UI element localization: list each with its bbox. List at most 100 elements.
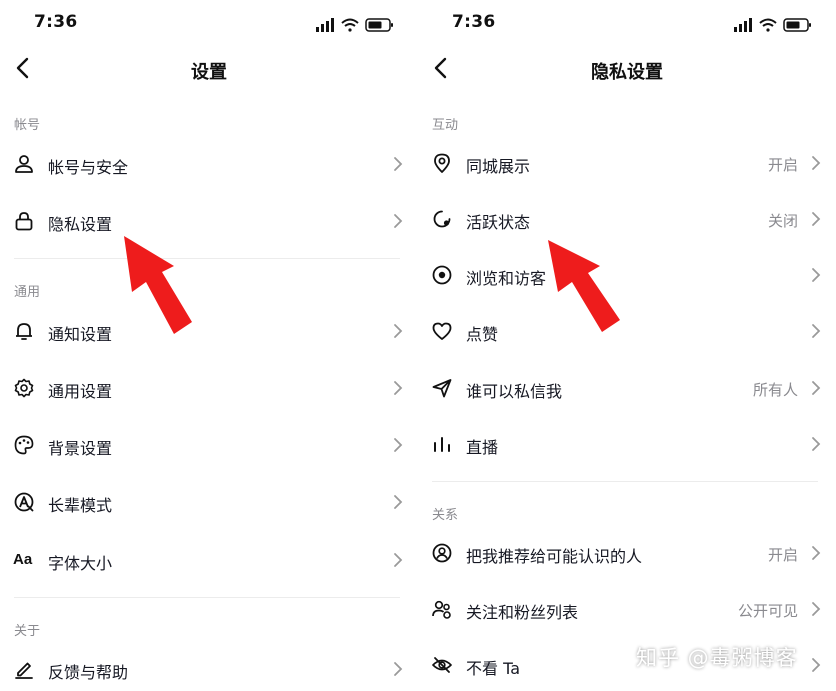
elder-mode-icon (14, 492, 34, 512)
chevron-right-icon (812, 324, 821, 338)
page-title: 设置 (191, 62, 227, 83)
chevron-right-icon (394, 495, 403, 509)
row-label: 同城展示 (466, 157, 531, 176)
row-label: 长辈模式 (48, 496, 113, 515)
lock-icon (15, 212, 33, 231)
row-likes[interactable]: 点赞 (418, 309, 836, 353)
person-icon (15, 155, 33, 173)
row-active-status[interactable]: 活跃状态 关闭 (418, 197, 836, 241)
row-notification-settings[interactable]: 通知设置 (0, 309, 418, 353)
red-arrow-annotation (124, 236, 192, 334)
section-header-about: 关于 (14, 624, 41, 639)
row-recommend-me[interactable]: 把我推荐给可能认识的人 开启 (418, 531, 836, 575)
row-label: 隐私设置 (48, 215, 113, 234)
row-label: 字体大小 (48, 554, 113, 573)
chevron-right-icon (394, 157, 403, 171)
row-label: 把我推荐给可能认识的人 (466, 547, 643, 566)
row-label: 直播 (466, 438, 499, 457)
status-icons (734, 18, 811, 32)
location-pin-icon (434, 153, 450, 173)
section-header-general: 通用 (14, 285, 41, 300)
users-icon (432, 600, 451, 619)
row-value: 开启 (767, 156, 798, 174)
chevron-right-icon (812, 658, 821, 672)
settings-screen: 7:36 设置 帐号 帐号与安全 隐私设置 通用 通知设置 通用设置 背景设置 … (0, 0, 418, 691)
heart-icon (432, 322, 452, 340)
row-label: 通知设置 (48, 325, 113, 344)
row-local-display[interactable]: 同城展示 开启 (418, 141, 836, 185)
row-value: 所有人 (752, 381, 798, 399)
divider (14, 597, 400, 598)
palette-icon (14, 435, 34, 455)
privacy-settings-screen: 7:36 隐私设置 互动 同城展示 开启 活跃状态 关闭 浏览和访客 点赞 谁可… (418, 0, 836, 691)
bell-icon (16, 323, 32, 340)
section-header-interaction: 互动 (432, 118, 459, 133)
divider (432, 481, 818, 482)
battery-icon (365, 18, 393, 32)
status-time: 7:36 (452, 12, 496, 32)
row-value: 开启 (767, 546, 798, 564)
row-label: 谁可以私信我 (466, 382, 563, 401)
row-account-security[interactable]: 帐号与安全 (0, 142, 418, 186)
status-bar: 7:36 (0, 8, 418, 38)
activity-status-icon (433, 210, 451, 228)
signal-icon (316, 18, 334, 32)
red-arrow-annotation (548, 240, 620, 332)
chevron-right-icon (394, 553, 403, 567)
status-bar: 7:36 (418, 8, 836, 38)
row-font-size[interactable]: Aa 字体大小 (0, 538, 418, 582)
chevron-right-icon (812, 546, 821, 560)
section-header-relations: 关系 (432, 508, 459, 523)
eye-icon (432, 265, 452, 285)
row-privacy-settings[interactable]: 隐私设置 (0, 199, 418, 243)
row-elder-mode[interactable]: 长辈模式 (0, 480, 418, 524)
row-label: 浏览和访客 (466, 269, 547, 288)
font-size-icon: Aa (13, 551, 33, 568)
row-label: 反馈与帮助 (48, 663, 129, 682)
send-icon (432, 379, 452, 398)
row-label: 通用设置 (48, 382, 113, 401)
chevron-right-icon (812, 437, 821, 451)
signal-icon (734, 18, 752, 32)
status-time: 7:36 (34, 12, 78, 32)
page-title: 隐私设置 (591, 62, 663, 83)
chevron-right-icon (394, 381, 403, 395)
row-general-settings[interactable]: 通用设置 (0, 366, 418, 410)
gear-icon (14, 378, 34, 398)
chevron-right-icon (394, 438, 403, 452)
row-label: 活跃状态 (466, 213, 531, 232)
row-label: 点赞 (466, 325, 499, 344)
eye-off-icon (432, 657, 452, 673)
row-who-can-message[interactable]: 谁可以私信我 所有人 (418, 366, 836, 410)
chevron-right-icon (394, 214, 403, 228)
row-value: 公开可见 (737, 602, 798, 620)
row-label: 关注和粉丝列表 (466, 603, 579, 622)
watermark: 知乎 @毒粥博客 (636, 646, 798, 670)
chevron-right-icon (394, 324, 403, 338)
chevron-right-icon (394, 662, 403, 676)
nav-bar: 设置 (0, 48, 418, 90)
live-bars-icon (434, 437, 450, 452)
row-browse-visitors[interactable]: 浏览和访客 (418, 253, 836, 297)
row-feedback-help[interactable]: 反馈与帮助 (0, 647, 418, 691)
status-icons (316, 18, 393, 32)
row-value: 关闭 (767, 212, 798, 230)
chevron-right-icon (812, 381, 821, 395)
row-label: 不看 Ta (466, 659, 521, 678)
row-label: 帐号与安全 (48, 158, 129, 177)
wifi-icon (759, 18, 777, 32)
row-follow-fans-list[interactable]: 关注和粉丝列表 公开可见 (418, 587, 836, 631)
row-background-settings[interactable]: 背景设置 (0, 423, 418, 467)
section-header-account: 帐号 (14, 118, 41, 133)
battery-icon (783, 18, 811, 32)
chevron-right-icon (812, 602, 821, 616)
nav-bar: 隐私设置 (418, 48, 836, 90)
row-label: 背景设置 (48, 439, 113, 458)
chevron-right-icon (812, 268, 821, 282)
user-circle-icon (432, 543, 452, 563)
wifi-icon (341, 18, 359, 32)
divider (14, 258, 400, 259)
row-live[interactable]: 直播 (418, 422, 836, 466)
chevron-right-icon (812, 156, 821, 170)
edit-icon (15, 662, 33, 679)
